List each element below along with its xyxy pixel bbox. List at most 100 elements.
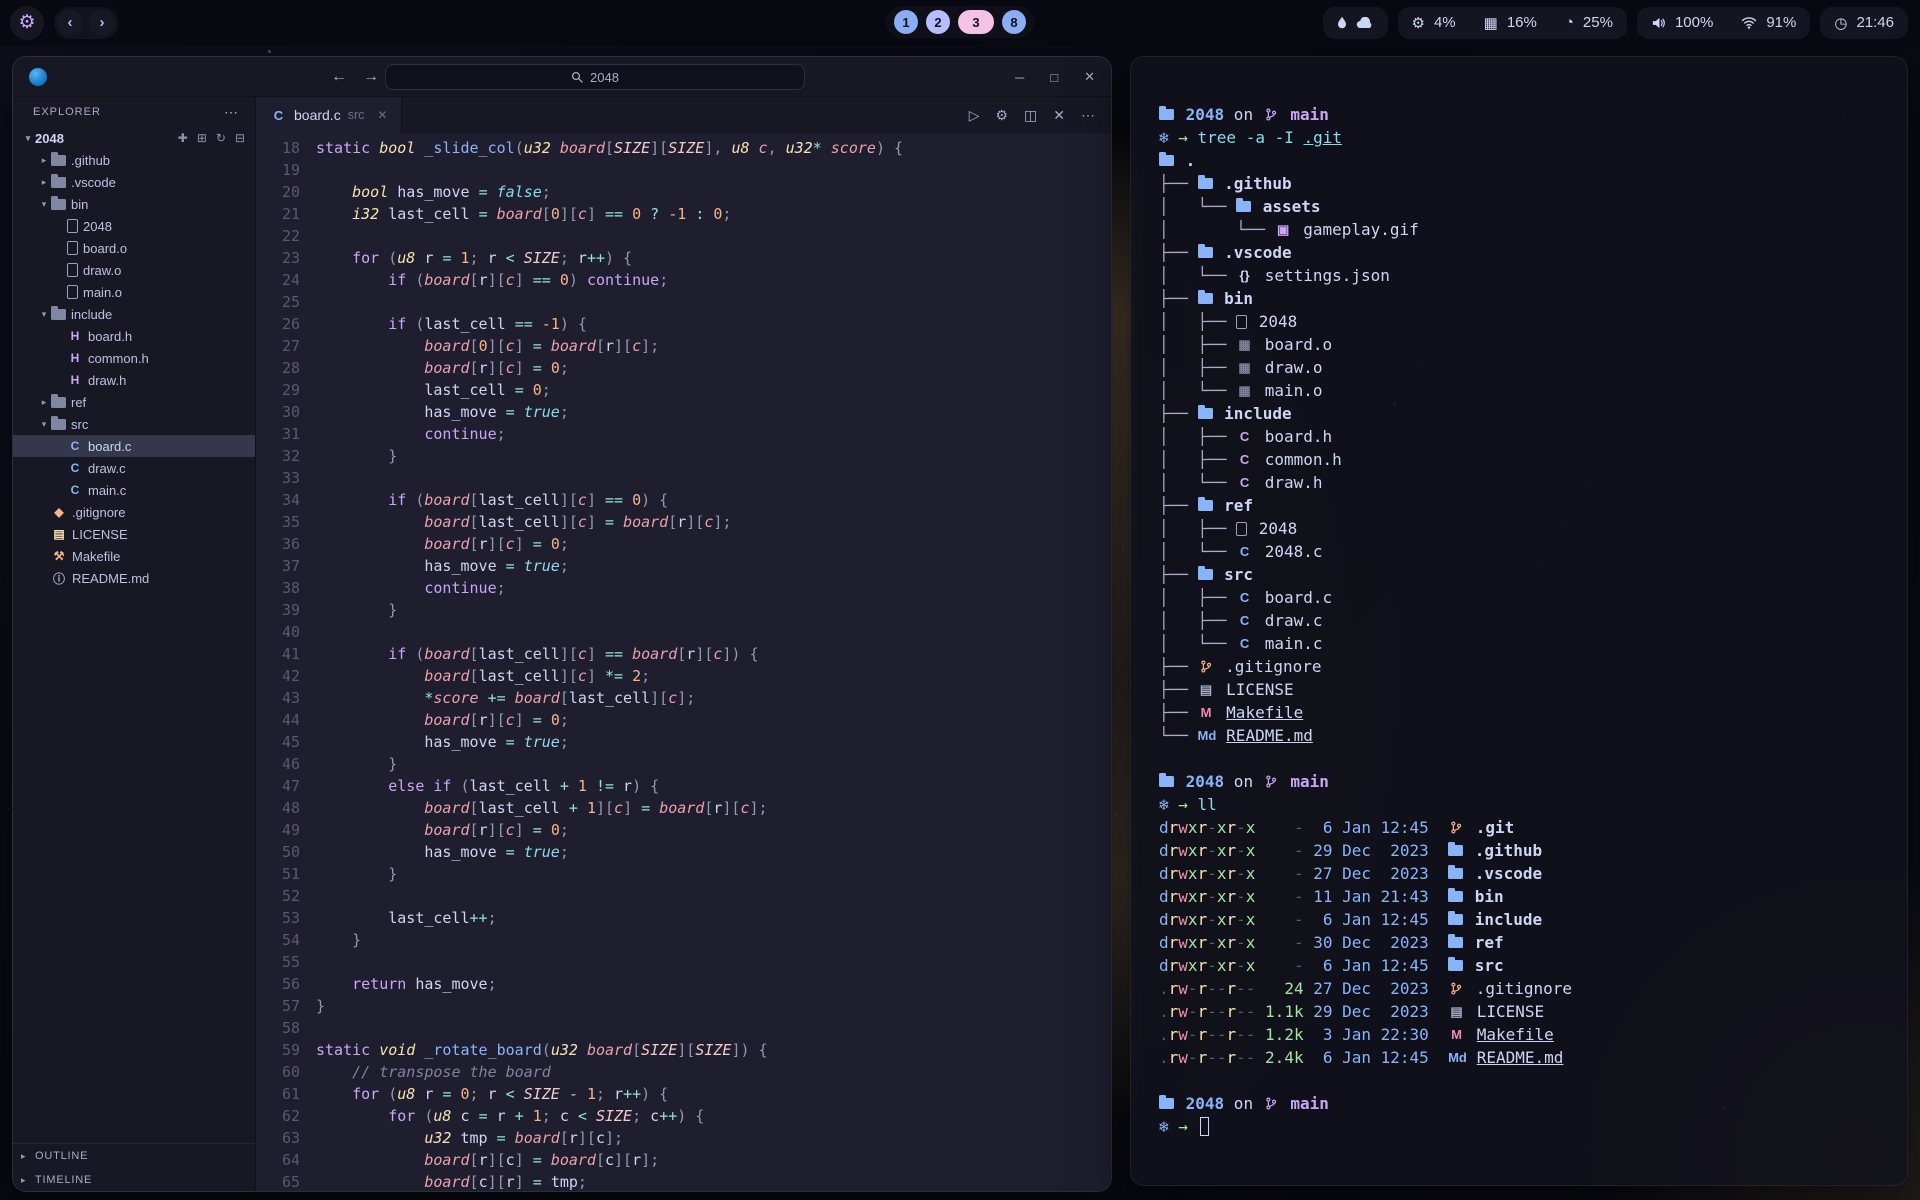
line-number: 45 [256, 731, 300, 753]
history-back-button[interactable]: ← [331, 68, 347, 86]
explorer-item-bin[interactable]: ▾bin [13, 193, 255, 215]
line-number-gutter: 1819202122232425262728293031323334353637… [256, 137, 316, 1192]
explorer-item-board.o[interactable]: board.o [13, 237, 255, 259]
explorer-item-.gitignore[interactable]: ◆.gitignore [13, 501, 255, 523]
code-line: continue; [316, 423, 1111, 445]
explorer-item-LICENSE[interactable]: ▤LICENSE [13, 523, 255, 545]
explorer-item-Makefile[interactable]: ⚒Makefile [13, 545, 255, 567]
editor-titlebar[interactable]: ← → 2048 ─ □ ✕ [13, 57, 1111, 97]
line-number: 61 [256, 1083, 300, 1105]
line-number: 40 [256, 621, 300, 643]
code-line: last_cell++; [316, 907, 1111, 929]
workspace-2[interactable]: 2 [926, 10, 950, 34]
clock-widget[interactable]: ◷ 21:46 [1820, 7, 1908, 39]
maximize-button[interactable]: □ [1050, 70, 1058, 85]
explorer-more-button[interactable]: ⋯ [224, 104, 239, 121]
run-code-button[interactable]: ▷ [969, 107, 980, 124]
code-line [316, 885, 1111, 907]
file-icon [67, 241, 78, 255]
tab-board-c[interactable]: C board.c src ✕ [256, 97, 402, 133]
explorer-root-folder[interactable]: ▾ 2048 ✚⊞↻⊟ [13, 127, 255, 149]
explorer-item-common.h[interactable]: Hcommon.h [13, 347, 255, 369]
code-line: for (u8 c = r + 1; c < SIZE; c++) { [316, 1105, 1111, 1127]
code-line: } [316, 995, 1111, 1017]
explorer-item-main.o[interactable]: main.o [13, 281, 255, 303]
terminal-line: drwxr-xr-x - 6 Jan 12:45 .git [1159, 816, 1879, 839]
wifi-strength: 91% [1766, 14, 1796, 31]
file-icon [1236, 315, 1247, 329]
explorer-item-README.md[interactable]: ⓘREADME.md [13, 567, 255, 589]
nav-next-button[interactable]: › [89, 10, 115, 36]
workspace-8[interactable]: 8 [1002, 10, 1026, 34]
code-line: } [316, 753, 1111, 775]
workspace-switcher: 1238 [886, 6, 1034, 38]
line-number: 65 [256, 1171, 300, 1192]
explorer-item-draw.h[interactable]: Hdraw.h [13, 369, 255, 391]
line-number: 57 [256, 995, 300, 1017]
workspace-3[interactable]: 3 [958, 10, 994, 34]
explorer-item-main.c[interactable]: Cmain.c [13, 479, 255, 501]
top-bar: ⚙ ‹› 1238 ⚙ 4% ▦ 16% ◔ 25% 100% 91% ◷ 2 [0, 0, 1920, 45]
terminal-line: .rw-r--r-- 24 27 Dec 2023 .gitignore [1159, 977, 1879, 1000]
line-number: 54 [256, 929, 300, 951]
audio-network-widget[interactable]: 100% 91% [1637, 7, 1810, 39]
terminal-line: drwxr-xr-x - 27 Dec 2023 .vscode [1159, 862, 1879, 885]
close-button[interactable]: ✕ [1084, 69, 1095, 85]
refresh-explorer-button[interactable]: ↻ [216, 131, 226, 145]
explorer-item-2048[interactable]: 2048 [13, 215, 255, 237]
new-file-button[interactable]: ✚ [178, 131, 188, 145]
line-number: 19 [256, 159, 300, 181]
file-icon [67, 219, 78, 233]
explorer-item-label: ref [71, 395, 86, 410]
weather-widget[interactable] [1323, 7, 1388, 39]
terminal-window[interactable]: 2048 on main❄ → tree -a -I .git .├── .gi… [1130, 56, 1908, 1186]
folder-icon [1198, 293, 1213, 304]
explorer-title: EXPLORER [33, 106, 101, 118]
more-actions-button[interactable]: ⋯ [1081, 107, 1095, 124]
window-controls: ─ □ ✕ [1015, 57, 1095, 97]
explorer-item-src[interactable]: ▾src [13, 413, 255, 435]
explorer-item-.github[interactable]: ▸.github [13, 149, 255, 171]
explorer-item-draw.c[interactable]: Cdraw.c [13, 457, 255, 479]
raindrop-icon [1337, 16, 1347, 29]
terminal-line: 2048 on main [1159, 103, 1879, 126]
branch-main-icon [1263, 774, 1279, 789]
code-editor[interactable]: 1819202122232425262728293031323334353637… [256, 133, 1111, 1192]
explorer-item-board.h[interactable]: Hboard.h [13, 325, 255, 347]
split-editor-button[interactable]: ◫ [1024, 107, 1037, 124]
terminal-line: │ └── ▣ gameplay.gif [1159, 218, 1879, 241]
code-line: board[r][c] = 0; [316, 357, 1111, 379]
settings-gear-button[interactable]: ⚙ [995, 107, 1008, 124]
c-file-icon: C [1236, 540, 1253, 563]
file-icon [67, 285, 78, 299]
terminal-line: │ ├── 2048 [1159, 517, 1879, 540]
command-center-search[interactable]: 2048 [385, 64, 805, 90]
obj-file-icon: ▦ [1236, 379, 1253, 402]
explorer-item-board.c[interactable]: Cboard.c [13, 435, 255, 457]
system-stats-widget[interactable]: ⚙ 4% ▦ 16% ◔ 25% [1398, 7, 1627, 39]
terminal-line: ├── ref [1159, 494, 1879, 517]
editor-action-buttons: ▷ ⚙ ◫ ✕ ⋯ [969, 107, 1111, 124]
explorer-item-label: LICENSE [72, 527, 128, 542]
terminal-line: ├── include [1159, 402, 1879, 425]
minimize-button[interactable]: ─ [1015, 70, 1024, 85]
new-folder-button[interactable]: ⊞ [197, 131, 207, 145]
folder-dim-icon [51, 199, 66, 210]
timeline-panel[interactable]: ▸ TIMELINE [13, 1168, 255, 1192]
explorer-item-ref[interactable]: ▸ref [13, 391, 255, 413]
launcher-button[interactable]: ⚙ [10, 6, 44, 40]
code-line: *score += board[last_cell][c]; [316, 687, 1111, 709]
history-forward-button[interactable]: → [363, 68, 379, 86]
folder-icon [1159, 109, 1174, 120]
close-editor-button[interactable]: ✕ [1053, 107, 1065, 124]
nav-prev-button[interactable]: ‹ [57, 10, 83, 36]
explorer-item-.vscode[interactable]: ▸.vscode [13, 171, 255, 193]
tab-close-icon[interactable]: ✕ [377, 108, 387, 122]
workspace-1[interactable]: 1 [894, 10, 918, 34]
explorer-item-draw.o[interactable]: draw.o [13, 259, 255, 281]
explorer-item-include[interactable]: ▾include [13, 303, 255, 325]
collapse-folders-button[interactable]: ⊟ [235, 131, 245, 145]
code-line: continue; [316, 577, 1111, 599]
outline-panel[interactable]: ▸ OUTLINE [13, 1144, 255, 1168]
line-number: 28 [256, 357, 300, 379]
